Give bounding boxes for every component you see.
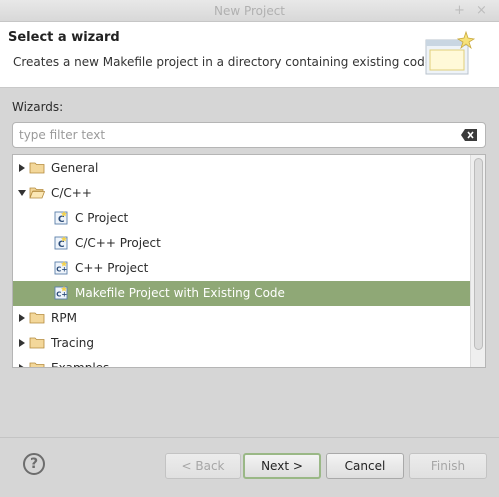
tree-item-label: C/C++	[51, 186, 92, 200]
tree-scrollbar[interactable]	[470, 155, 485, 367]
wizards-label: Wizards:	[12, 100, 64, 114]
help-icon[interactable]: ?	[23, 453, 45, 475]
collapsed-arrow-icon[interactable]	[17, 313, 27, 323]
title-bar: New Project + ×	[0, 0, 499, 22]
page-description: Creates a new Makefile project in a dire…	[13, 55, 433, 69]
button-bar-divider	[0, 437, 499, 438]
next-button[interactable]: Next >	[243, 453, 321, 479]
svg-text:C: C	[58, 215, 65, 225]
tree-item-label: C Project	[75, 211, 129, 225]
cpp-project-icon: C+	[54, 261, 68, 275]
window-title: New Project	[213, 4, 286, 18]
filter-box	[12, 122, 486, 148]
wizard-header: Select a wizard Creates a new Makefile p…	[0, 22, 499, 88]
tree-item[interactable]: C C Project	[13, 206, 471, 231]
folder-icon	[29, 362, 45, 367]
cancel-button[interactable]: Cancel	[326, 453, 404, 479]
tree-item-label: Tracing	[51, 336, 95, 350]
tree-item[interactable]: Examples	[13, 356, 471, 368]
tree-item[interactable]: RPM	[13, 306, 471, 331]
tree-item-label: Examples	[51, 361, 110, 368]
finish-button[interactable]: Finish	[409, 453, 487, 479]
folder-icon	[29, 162, 45, 174]
collapsed-arrow-icon[interactable]	[17, 363, 27, 368]
collapsed-arrow-icon[interactable]	[17, 163, 27, 173]
collapsed-arrow-icon[interactable]	[17, 338, 27, 348]
tree-item-selected[interactable]: C+ Makefile Project with Existing Code	[13, 281, 471, 306]
tree-item[interactable]: C+ C++ Project	[13, 256, 471, 281]
back-button[interactable]: < Back	[165, 453, 241, 479]
c-project-icon: C	[54, 236, 68, 250]
tree-item-label: C++ Project	[75, 261, 149, 275]
wizard-banner-icon	[425, 30, 476, 75]
svg-text:C+: C+	[56, 266, 67, 274]
tree-item-label: RPM	[51, 311, 77, 325]
wizard-tree[interactable]: Examples Tracing RPM C+ Makefile Project wit…	[12, 154, 486, 368]
folder-open-icon	[29, 187, 45, 199]
tree-item-label: General	[51, 161, 99, 175]
c-project-icon: C	[54, 211, 68, 225]
tree-item[interactable]: Tracing	[13, 331, 471, 356]
page-title: Select a wizard	[8, 30, 120, 45]
tree-item[interactable]: C/C++	[13, 181, 471, 206]
filter-input[interactable]	[17, 126, 447, 144]
tree-item-label: Makefile Project with Existing Code	[75, 286, 285, 300]
tree-item[interactable]: C C/C++ Project	[13, 231, 471, 256]
folder-icon	[29, 312, 45, 324]
new-project-dialog: New Project + × Select a wizard Creates …	[0, 0, 499, 497]
tree-item[interactable]: General	[13, 156, 471, 181]
tree-item-label: C/C++ Project	[75, 236, 161, 250]
cpp-project-icon: C+	[54, 286, 68, 300]
svg-text:C: C	[58, 240, 65, 250]
expanded-arrow-icon[interactable]	[17, 188, 27, 198]
clear-filter-icon[interactable]	[461, 129, 477, 141]
svg-text:C+: C+	[56, 291, 67, 299]
close-icon[interactable]: ×	[476, 3, 487, 18]
folder-icon	[29, 337, 45, 349]
scrollbar-thumb[interactable]	[474, 158, 483, 350]
maximize-icon[interactable]: +	[454, 3, 465, 18]
